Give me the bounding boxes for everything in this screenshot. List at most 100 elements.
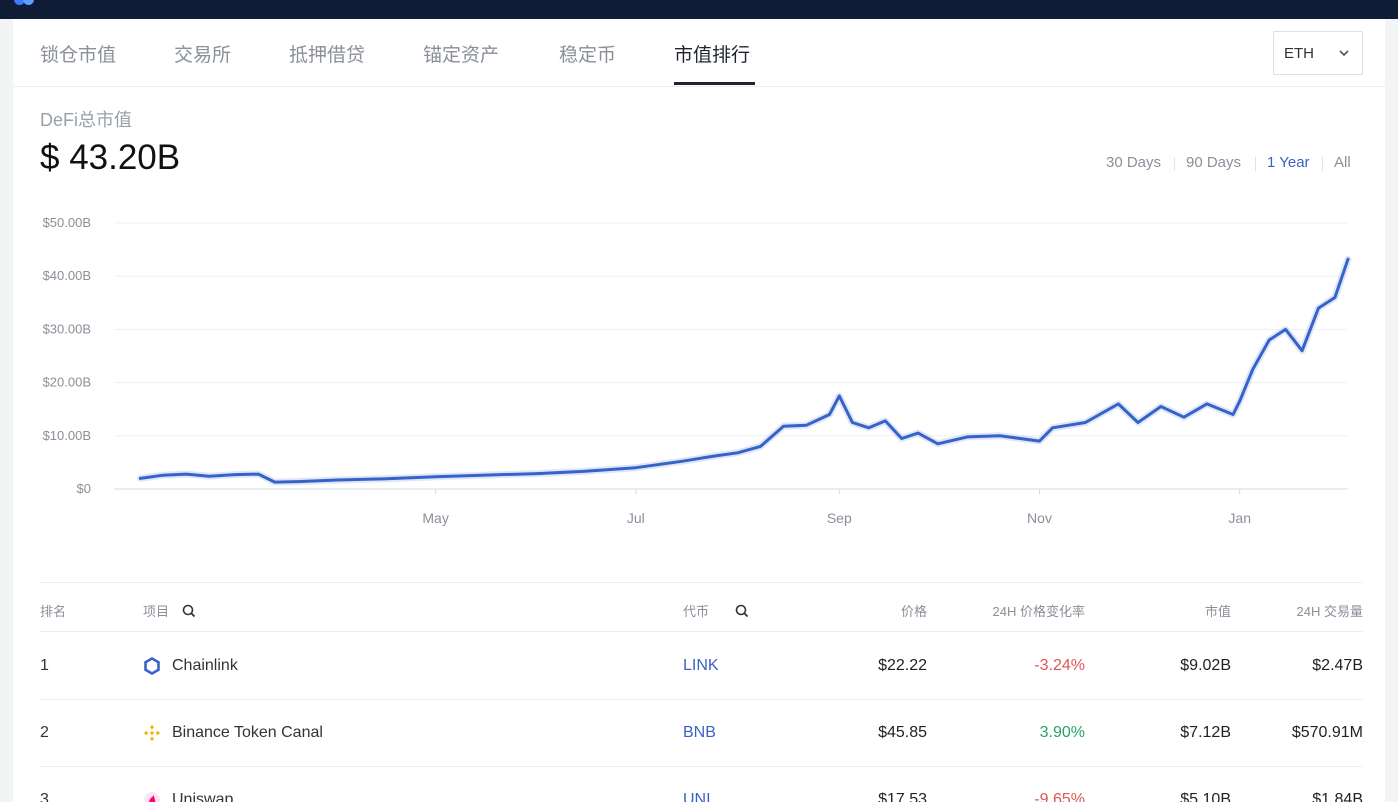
- row-project-name[interactable]: Uniswap: [172, 791, 233, 802]
- data-point[interactable]: [867, 426, 871, 430]
- header-change: 24H 价格变化率: [992, 604, 1085, 619]
- data-point[interactable]: [828, 413, 831, 416]
- data-point[interactable]: [234, 473, 237, 476]
- row-project-name[interactable]: Binance Token Canal: [172, 724, 323, 742]
- row-rank: 1: [40, 657, 49, 674]
- row-symbol[interactable]: UNI: [683, 791, 711, 802]
- search-project-icon[interactable]: [182, 604, 196, 618]
- data-point[interactable]: [1231, 413, 1235, 416]
- data-point[interactable]: [139, 477, 142, 480]
- row-volume: $2.47B: [1312, 657, 1363, 674]
- data-point[interactable]: [1284, 328, 1287, 331]
- data-point[interactable]: [759, 445, 762, 448]
- header-symbol: 代币: [683, 604, 710, 619]
- market-cap-chart[interactable]: $0 $10.00B $20.00B $30.00B $40.00B $50.00B May…: [13, 19, 1385, 539]
- data-point[interactable]: [1346, 257, 1350, 261]
- table-row[interactable]: 2 Binance Token Canal BNB $45.85 3.90% $…: [40, 700, 1363, 767]
- y-tick-label: $30.00B: [43, 321, 91, 336]
- data-point[interactable]: [207, 475, 211, 478]
- data-point[interactable]: [1300, 349, 1304, 352]
- row-change: 3.90%: [1039, 724, 1085, 741]
- data-point[interactable]: [805, 423, 808, 427]
- data-point[interactable]: [1251, 368, 1255, 371]
- logo-icon[interactable]: [14, 0, 40, 6]
- series-line-glow: [136, 255, 1352, 486]
- header-market-cap: 市值: [1204, 604, 1231, 619]
- y-tick-label: $0: [77, 481, 91, 496]
- x-tick-label: Jan: [1228, 510, 1251, 526]
- data-point[interactable]: [1136, 421, 1140, 424]
- uniswap-icon: [144, 792, 160, 802]
- row-price: $17.53: [878, 791, 927, 802]
- x-tick-label: Sep: [827, 510, 852, 526]
- data-point[interactable]: [884, 419, 887, 423]
- search-symbol-icon[interactable]: [735, 604, 749, 618]
- row-volume: $1.84B: [1312, 791, 1363, 802]
- data-point[interactable]: [936, 442, 939, 445]
- row-symbol[interactable]: BNB: [683, 724, 716, 742]
- y-tick-label: $50.00B: [43, 215, 91, 230]
- data-point[interactable]: [1038, 439, 1041, 443]
- x-tick-label: Jul: [627, 510, 645, 526]
- row-price: $22.22: [878, 657, 927, 674]
- data-point[interactable]: [1117, 402, 1120, 406]
- data-point[interactable]: [998, 434, 1002, 437]
- data-point[interactable]: [1238, 400, 1241, 403]
- chainlink-icon: [144, 657, 160, 675]
- data-point[interactable]: [713, 454, 716, 458]
- data-point[interactable]: [1333, 296, 1337, 299]
- data-point[interactable]: [381, 477, 385, 481]
- data-point[interactable]: [1182, 415, 1186, 419]
- data-point[interactable]: [257, 472, 260, 476]
- data-point[interactable]: [782, 425, 785, 428]
- row-rank: 2: [40, 724, 49, 741]
- row-price: $45.85: [878, 724, 927, 741]
- row-rank: 3: [40, 791, 49, 802]
- header-price: 价格: [900, 604, 927, 619]
- header-rank: 排名: [40, 604, 67, 619]
- x-tick-label: May: [422, 510, 448, 526]
- row-market-cap: $5.10B: [1180, 791, 1231, 802]
- data-point[interactable]: [916, 431, 920, 435]
- table-row[interactable]: 3 Uniswap UNI $17.53 -9.65% $5.10B $1.84…: [40, 767, 1363, 802]
- y-tick-label: $10.00B: [43, 428, 91, 443]
- data-point[interactable]: [1317, 306, 1320, 310]
- data-point[interactable]: [273, 480, 277, 484]
- data-point[interactable]: [1159, 405, 1163, 408]
- data-point[interactable]: [736, 451, 739, 455]
- table-row[interactable]: 1 Chainlink LINK $22.22 -3.24% $9.02B $2…: [40, 633, 1363, 700]
- data-point[interactable]: [434, 475, 437, 478]
- row-market-cap: $9.02B: [1180, 657, 1231, 674]
- data-point[interactable]: [582, 470, 585, 473]
- data-point[interactable]: [634, 466, 638, 469]
- x-tick-label: Nov: [1027, 510, 1052, 526]
- row-symbol[interactable]: LINK: [683, 657, 719, 675]
- table-header: 排名 项目 代币 价格 24H 价格变化率 市值 24H 交易量: [40, 582, 1363, 632]
- data-point[interactable]: [162, 473, 165, 477]
- header-volume: 24H 交易量: [1296, 604, 1363, 619]
- data-point[interactable]: [900, 437, 903, 440]
- y-tick-label: $20.00B: [43, 375, 91, 390]
- binance-icon: [144, 725, 160, 741]
- data-point[interactable]: [680, 460, 683, 463]
- data-point[interactable]: [480, 473, 483, 477]
- data-point[interactable]: [1205, 402, 1209, 406]
- row-change: -3.24%: [1034, 657, 1085, 674]
- data-point[interactable]: [1268, 338, 1271, 342]
- data-point[interactable]: [1051, 426, 1054, 430]
- row-project-name[interactable]: Chainlink: [172, 657, 238, 675]
- header-project: 项目: [143, 604, 170, 619]
- data-point[interactable]: [838, 394, 841, 398]
- row-volume: $570.91M: [1291, 724, 1363, 741]
- data-point[interactable]: [335, 478, 339, 482]
- row-change: -9.65%: [1034, 791, 1085, 802]
- data-point[interactable]: [536, 472, 539, 475]
- data-point[interactable]: [966, 435, 969, 439]
- y-tick-label: $40.00B: [43, 268, 91, 283]
- data-point[interactable]: [851, 421, 854, 424]
- data-point[interactable]: [1084, 421, 1087, 424]
- top-navbar: [0, 0, 1398, 19]
- data-point[interactable]: [185, 472, 188, 476]
- data-point[interactable]: [296, 480, 299, 483]
- main-panel: 锁仓市值 交易所 抵押借贷 锚定资产 稳定币 市值排行 ETH DeFi总市值 …: [13, 19, 1385, 802]
